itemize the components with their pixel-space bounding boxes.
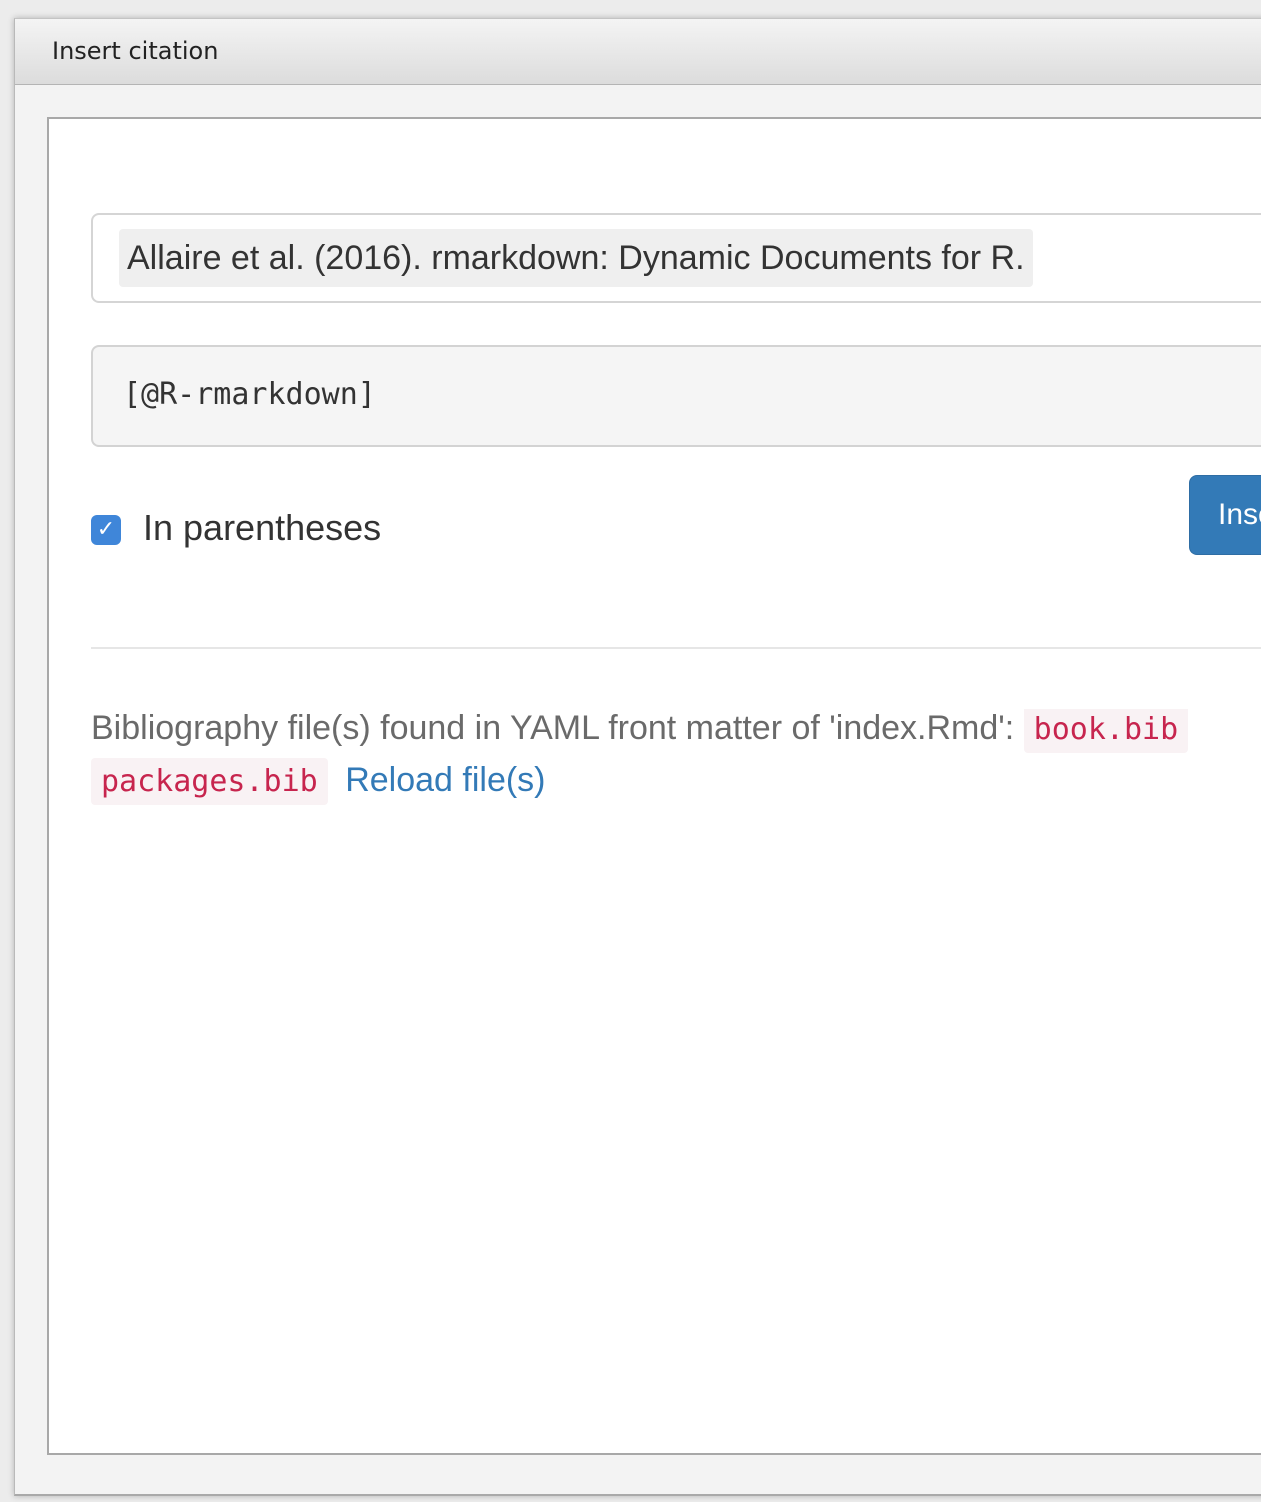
citation-key-field[interactable]: [@R-rmarkdown] <box>91 345 1261 447</box>
reload-files-link[interactable]: Reload file(s) <box>345 761 545 799</box>
bib-file-packages: packages.bib <box>91 758 328 805</box>
bib-file-book: book.bib <box>1023 709 1189 753</box>
citation-select[interactable]: Allaire et al. (2016). rmarkdown: Dynami… <box>91 213 1261 303</box>
selected-citation[interactable]: Allaire et al. (2016). rmarkdown: Dynami… <box>119 229 1033 287</box>
bibliography-info-continued: packages.bib Reload file(s) <box>91 758 546 813</box>
dialog-content: Allaire et al. (2016). rmarkdown: Dynami… <box>47 117 1261 1455</box>
insert-citation-dialog: Insert citation Allaire et al. (2016). r… <box>14 18 1261 1496</box>
citation-key-text: [@R-rmarkdown] <box>123 377 376 412</box>
bibliography-message: Bibliography file(s) found in YAML front… <box>91 709 1015 747</box>
dialog-title: Insert citation <box>52 37 219 65</box>
in-parentheses-checkbox[interactable]: ✓ <box>91 515 121 545</box>
insert-button[interactable]: Insert <box>1189 475 1261 555</box>
title-bar: Insert citation <box>15 19 1261 85</box>
in-parentheses-label: In parentheses <box>143 507 382 548</box>
bibliography-info: Bibliography file(s) found in YAML front… <box>91 709 1261 759</box>
divider <box>91 647 1261 649</box>
